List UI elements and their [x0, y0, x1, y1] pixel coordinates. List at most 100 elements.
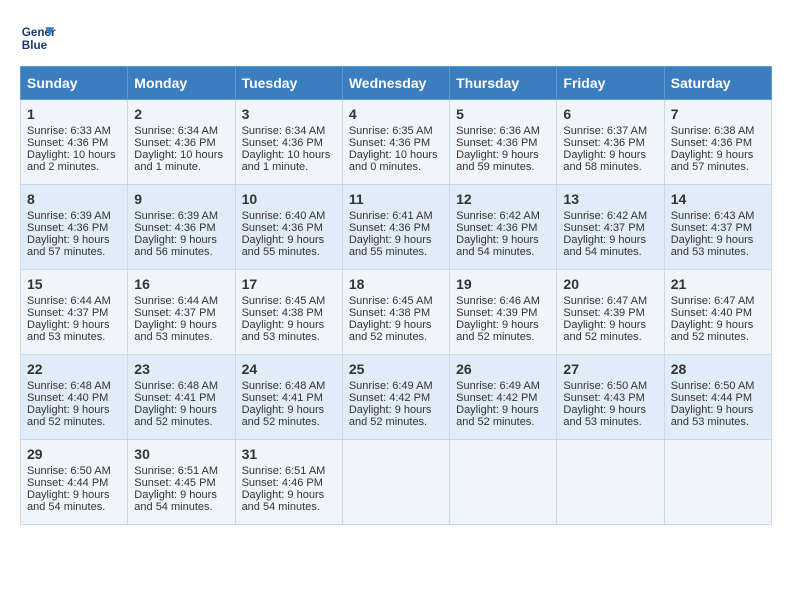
day-number: 16 — [134, 276, 228, 292]
day-number: 7 — [671, 106, 765, 122]
sunrise-text: Sunrise: 6:43 AM — [671, 210, 755, 222]
calendar-cell: 20Sunrise: 6:47 AMSunset: 4:39 PMDayligh… — [557, 270, 664, 355]
calendar-cell: 15Sunrise: 6:44 AMSunset: 4:37 PMDayligh… — [21, 270, 128, 355]
sunset-text: Sunset: 4:36 PM — [134, 222, 215, 234]
calendar-cell: 22Sunrise: 6:48 AMSunset: 4:40 PMDayligh… — [21, 355, 128, 440]
sunrise-text: Sunrise: 6:47 AM — [563, 295, 647, 307]
day-number: 11 — [349, 191, 443, 207]
sunrise-text: Sunrise: 6:42 AM — [563, 210, 647, 222]
day-number: 27 — [563, 361, 657, 377]
calendar-cell — [450, 440, 557, 525]
calendar-cell: 17Sunrise: 6:45 AMSunset: 4:38 PMDayligh… — [235, 270, 342, 355]
sunset-text: Sunset: 4:36 PM — [563, 137, 644, 149]
calendar-cell: 28Sunrise: 6:50 AMSunset: 4:44 PMDayligh… — [664, 355, 771, 440]
calendar-cell: 26Sunrise: 6:49 AMSunset: 4:42 PMDayligh… — [450, 355, 557, 440]
daylight-label: Daylight: 9 hours and 55 minutes. — [242, 234, 325, 258]
daylight-label: Daylight: 9 hours and 54 minutes. — [134, 489, 217, 513]
sunrise-text: Sunrise: 6:49 AM — [349, 380, 433, 392]
day-number: 29 — [27, 446, 121, 462]
calendar-cell: 11Sunrise: 6:41 AMSunset: 4:36 PMDayligh… — [342, 185, 449, 270]
sunrise-text: Sunrise: 6:49 AM — [456, 380, 540, 392]
sunset-text: Sunset: 4:42 PM — [456, 392, 537, 404]
calendar-cell: 9Sunrise: 6:39 AMSunset: 4:36 PMDaylight… — [128, 185, 235, 270]
daylight-label: Daylight: 9 hours and 52 minutes. — [349, 404, 432, 428]
daylight-label: Daylight: 9 hours and 56 minutes. — [134, 234, 217, 258]
week-row-1: 1Sunrise: 6:33 AMSunset: 4:36 PMDaylight… — [21, 100, 772, 185]
daylight-label: Daylight: 9 hours and 53 minutes. — [242, 319, 325, 343]
sunrise-text: Sunrise: 6:47 AM — [671, 295, 755, 307]
sunrise-text: Sunrise: 6:39 AM — [134, 210, 218, 222]
sunset-text: Sunset: 4:37 PM — [671, 222, 752, 234]
daylight-label: Daylight: 9 hours and 53 minutes. — [671, 404, 754, 428]
sunrise-text: Sunrise: 6:50 AM — [27, 465, 111, 477]
calendar-cell: 31Sunrise: 6:51 AMSunset: 4:46 PMDayligh… — [235, 440, 342, 525]
calendar-cell: 16Sunrise: 6:44 AMSunset: 4:37 PMDayligh… — [128, 270, 235, 355]
sunset-text: Sunset: 4:36 PM — [456, 222, 537, 234]
calendar-cell: 1Sunrise: 6:33 AMSunset: 4:36 PMDaylight… — [21, 100, 128, 185]
daylight-label: Daylight: 9 hours and 58 minutes. — [563, 149, 646, 173]
day-number: 30 — [134, 446, 228, 462]
sunset-text: Sunset: 4:41 PM — [242, 392, 323, 404]
calendar-cell — [342, 440, 449, 525]
daylight-label: Daylight: 9 hours and 54 minutes. — [563, 234, 646, 258]
daylight-label: Daylight: 9 hours and 54 minutes. — [242, 489, 325, 513]
daylight-label: Daylight: 9 hours and 55 minutes. — [349, 234, 432, 258]
daylight-label: Daylight: 9 hours and 52 minutes. — [456, 404, 539, 428]
sunset-text: Sunset: 4:36 PM — [349, 137, 430, 149]
daylight-label: Daylight: 9 hours and 52 minutes. — [242, 404, 325, 428]
daylight-label: Daylight: 9 hours and 52 minutes. — [563, 319, 646, 343]
daylight-label: Daylight: 9 hours and 52 minutes. — [27, 404, 110, 428]
day-number: 23 — [134, 361, 228, 377]
calendar-cell: 10Sunrise: 6:40 AMSunset: 4:36 PMDayligh… — [235, 185, 342, 270]
calendar-cell: 23Sunrise: 6:48 AMSunset: 4:41 PMDayligh… — [128, 355, 235, 440]
daylight-label: Daylight: 9 hours and 54 minutes. — [27, 489, 110, 513]
daylight-label: Daylight: 9 hours and 59 minutes. — [456, 149, 539, 173]
sunset-text: Sunset: 4:39 PM — [563, 307, 644, 319]
sunset-text: Sunset: 4:36 PM — [242, 222, 323, 234]
day-number: 18 — [349, 276, 443, 292]
sunset-text: Sunset: 4:36 PM — [242, 137, 323, 149]
sunset-text: Sunset: 4:42 PM — [349, 392, 430, 404]
calendar-cell: 5Sunrise: 6:36 AMSunset: 4:36 PMDaylight… — [450, 100, 557, 185]
sunrise-text: Sunrise: 6:51 AM — [242, 465, 326, 477]
calendar-cell: 25Sunrise: 6:49 AMSunset: 4:42 PMDayligh… — [342, 355, 449, 440]
calendar-cell: 13Sunrise: 6:42 AMSunset: 4:37 PMDayligh… — [557, 185, 664, 270]
sunrise-text: Sunrise: 6:48 AM — [27, 380, 111, 392]
daylight-label: Daylight: 9 hours and 53 minutes. — [27, 319, 110, 343]
day-number: 10 — [242, 191, 336, 207]
sunrise-text: Sunrise: 6:48 AM — [134, 380, 218, 392]
week-row-3: 15Sunrise: 6:44 AMSunset: 4:37 PMDayligh… — [21, 270, 772, 355]
page-header: General Blue — [20, 20, 772, 56]
sunrise-text: Sunrise: 6:46 AM — [456, 295, 540, 307]
sunset-text: Sunset: 4:36 PM — [27, 222, 108, 234]
calendar-cell: 3Sunrise: 6:34 AMSunset: 4:36 PMDaylight… — [235, 100, 342, 185]
calendar-cell — [664, 440, 771, 525]
calendar-cell: 14Sunrise: 6:43 AMSunset: 4:37 PMDayligh… — [664, 185, 771, 270]
sunset-text: Sunset: 4:39 PM — [456, 307, 537, 319]
day-number: 21 — [671, 276, 765, 292]
day-number: 19 — [456, 276, 550, 292]
sunrise-text: Sunrise: 6:45 AM — [349, 295, 433, 307]
day-number: 24 — [242, 361, 336, 377]
day-number: 13 — [563, 191, 657, 207]
week-row-4: 22Sunrise: 6:48 AMSunset: 4:40 PMDayligh… — [21, 355, 772, 440]
daylight-label: Daylight: 9 hours and 52 minutes. — [349, 319, 432, 343]
sunrise-text: Sunrise: 6:34 AM — [134, 125, 218, 137]
calendar-cell: 8Sunrise: 6:39 AMSunset: 4:36 PMDaylight… — [21, 185, 128, 270]
daylight-label: Daylight: 10 hours and 0 minutes. — [349, 149, 438, 173]
sunrise-text: Sunrise: 6:44 AM — [134, 295, 218, 307]
day-number: 12 — [456, 191, 550, 207]
day-number: 2 — [134, 106, 228, 122]
calendar-cell: 21 Sunrise: 6:47 AMSunset: 4:40 PMDayligh… — [664, 270, 771, 355]
sunset-text: Sunset: 4:40 PM — [27, 392, 108, 404]
daylight-label: Daylight: 9 hours and 52 minutes. — [671, 319, 754, 343]
logo-icon: General Blue — [20, 20, 56, 56]
calendar-cell — [557, 440, 664, 525]
daylight-label: Daylight: 9 hours and 57 minutes. — [27, 234, 110, 258]
sunset-text: Sunset: 4:37 PM — [27, 307, 108, 319]
day-number: 17 — [242, 276, 336, 292]
calendar-cell: 18Sunrise: 6:45 AMSunset: 4:38 PMDayligh… — [342, 270, 449, 355]
calendar-cell: 4Sunrise: 6:35 AMSunset: 4:36 PMDaylight… — [342, 100, 449, 185]
sunset-text: Sunset: 4:40 PM — [671, 307, 752, 319]
day-number: 5 — [456, 106, 550, 122]
